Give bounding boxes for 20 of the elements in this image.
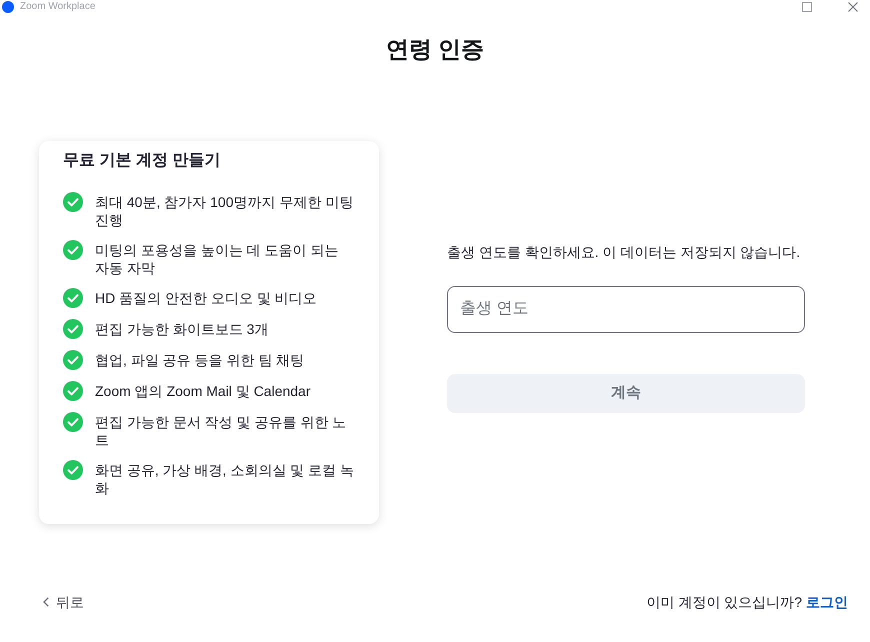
window-title: Zoom Workplace: [20, 1, 96, 13]
feature-text: Zoom 앱의 Zoom Mail 및 Calendar: [95, 382, 312, 400]
birth-year-field[interactable]: 출생 연도: [447, 286, 805, 332]
feature-text: 편집 가능한 문서 작성 및 공유를 위한 노트: [95, 413, 348, 449]
app-logo-icon: [2, 1, 14, 13]
feature-text: HD 품질의 안전한 오디오 및 비디오: [95, 289, 318, 307]
back-link[interactable]: 뒤로: [43, 593, 84, 611]
feature-text: 협업, 파일 공유 등을 위한 팀 채팅: [95, 351, 306, 369]
maximize-icon[interactable]: [802, 2, 812, 12]
feature-text: 편집 가능한 화이트보드 3개: [95, 320, 270, 338]
login-prompt: 이미 계정이 있으십니까?: [646, 593, 802, 611]
instruction-text: 출생 연도를 확인하세요. 이 데이터는 저장되지 않습니다.: [447, 242, 802, 260]
feature-text: 최대 40분, 참가자 100명까지 무제한 미팅 진행: [95, 193, 354, 229]
feature-text: 화면 공유, 가상 배경, 소회의실 및 로컬 녹화: [95, 461, 354, 497]
page-title: 연령 인증: [386, 35, 484, 64]
chevron-left-icon: [43, 597, 49, 607]
close-icon[interactable]: [848, 2, 858, 12]
card-title: 무료 기본 계정 만들기: [63, 151, 222, 171]
login-link[interactable]: 로그인: [806, 593, 848, 611]
feature-text: 미팅의 포용성을 높이는 데 도움이 되는 자동 자막: [95, 241, 340, 277]
